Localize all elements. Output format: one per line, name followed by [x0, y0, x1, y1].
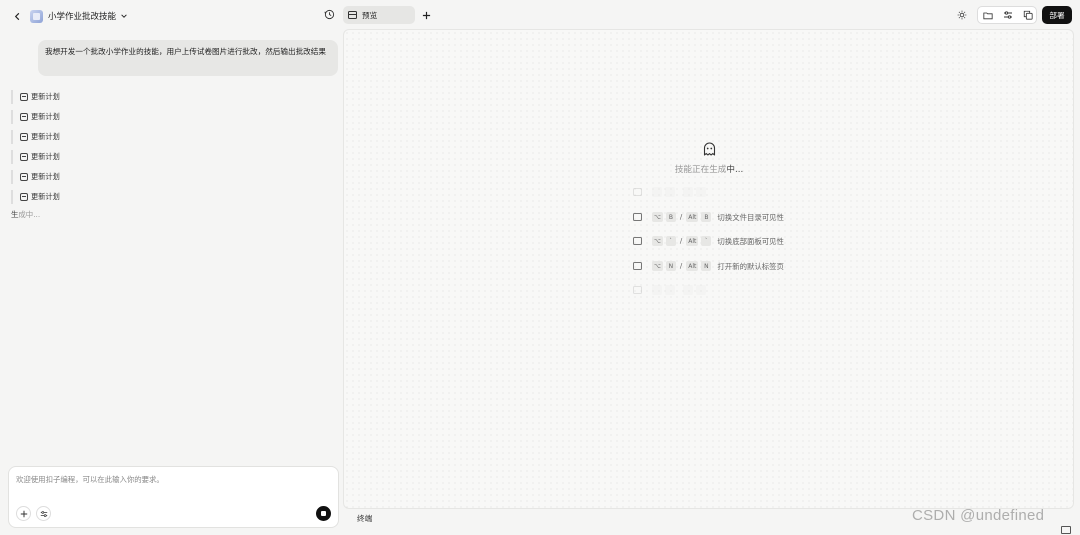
plus-icon — [20, 510, 27, 517]
add-attachment-button[interactable] — [16, 506, 31, 521]
browser-window-icon — [348, 11, 357, 19]
bottom-panel-icon — [633, 237, 642, 245]
plan-item[interactable]: 更新计划 — [11, 190, 60, 204]
chevron-down-icon[interactable] — [120, 11, 130, 21]
shortcut-faded-bottom — [633, 284, 709, 296]
chat-input-box — [8, 466, 339, 528]
shortcut-row: ⌥ N / Alt N 打开新的默认标签页 — [633, 260, 784, 272]
chat-input[interactable] — [16, 475, 326, 484]
plan-item[interactable]: 更新计划 — [11, 150, 60, 164]
stop-icon — [321, 511, 326, 516]
project-title[interactable]: 小学作业批改技能 — [48, 10, 116, 22]
plan-item[interactable]: 更新计划 — [11, 170, 60, 184]
generating-status: 生成中... — [11, 210, 41, 219]
plan-icon — [20, 193, 28, 201]
plus-icon — [422, 11, 430, 19]
file-tree-icon — [633, 213, 642, 221]
plan-item[interactable]: 更新计划 — [11, 110, 60, 124]
back-arrow-icon[interactable] — [10, 9, 24, 23]
stop-generation-button[interactable] — [316, 506, 331, 521]
settings-toggle-button[interactable] — [1002, 9, 1014, 21]
shortcut-row: ⌥ B / Alt B 切换文件目录可见性 — [633, 211, 784, 223]
shortcut-row: ⌥ ` / Alt ` 切换底部面板可见性 — [633, 235, 784, 247]
generation-status: 技能正在生成中... — [674, 165, 744, 175]
project-icon — [30, 9, 43, 23]
ghost-icon — [703, 142, 716, 156]
add-tab-button[interactable] — [420, 9, 432, 21]
sliders-icon — [40, 510, 47, 517]
watermark: CSDN @undefined — [912, 507, 1045, 524]
history-icon[interactable] — [324, 9, 336, 21]
plan-item[interactable]: 更新计划 — [11, 130, 60, 144]
new-tab-icon — [633, 262, 642, 270]
keyboard-icon — [1061, 526, 1071, 534]
copy-button[interactable] — [1022, 9, 1034, 21]
shortcut-icon — [633, 188, 642, 196]
plan-icon — [20, 173, 28, 181]
top-bar-left: 小学作业批改技能 — [0, 0, 342, 32]
plan-icon — [20, 113, 28, 121]
chat-panel: 我想开发一个批改小学作业的技能，用户上传试卷图片进行批改，然后输出批改结果 更新… — [0, 32, 342, 535]
plan-icon — [20, 93, 28, 101]
user-message: 我想开发一个批改小学作业的技能，用户上传试卷图片进行批改，然后输出批改结果 — [38, 40, 338, 76]
plan-icon — [20, 133, 28, 141]
settings-button[interactable] — [36, 506, 51, 521]
preview-panel: 技能正在生成中... ⌥ B / Alt B 切换文件目录可见性 ⌥ ` / A… — [343, 29, 1074, 509]
tab-preview[interactable]: 预览 — [343, 6, 415, 24]
file-tree-button[interactable] — [982, 9, 994, 21]
sun-icon — [957, 10, 967, 20]
terminal-tab[interactable]: 终端 — [357, 513, 372, 524]
shortcut-faded-top — [633, 186, 709, 198]
shortcut-icon — [633, 286, 642, 294]
plan-item[interactable]: 更新计划 — [11, 90, 60, 104]
deploy-button[interactable]: 部署 — [1042, 6, 1072, 24]
folder-icon — [983, 12, 993, 19]
plan-list: 更新计划 更新计划 更新计划 更新计划 更新计划 更新计划 — [11, 90, 60, 210]
theme-toggle-button[interactable] — [956, 9, 968, 21]
copy-icon — [1023, 10, 1033, 20]
plan-icon — [20, 153, 28, 161]
sliders-icon — [1004, 11, 1012, 19]
